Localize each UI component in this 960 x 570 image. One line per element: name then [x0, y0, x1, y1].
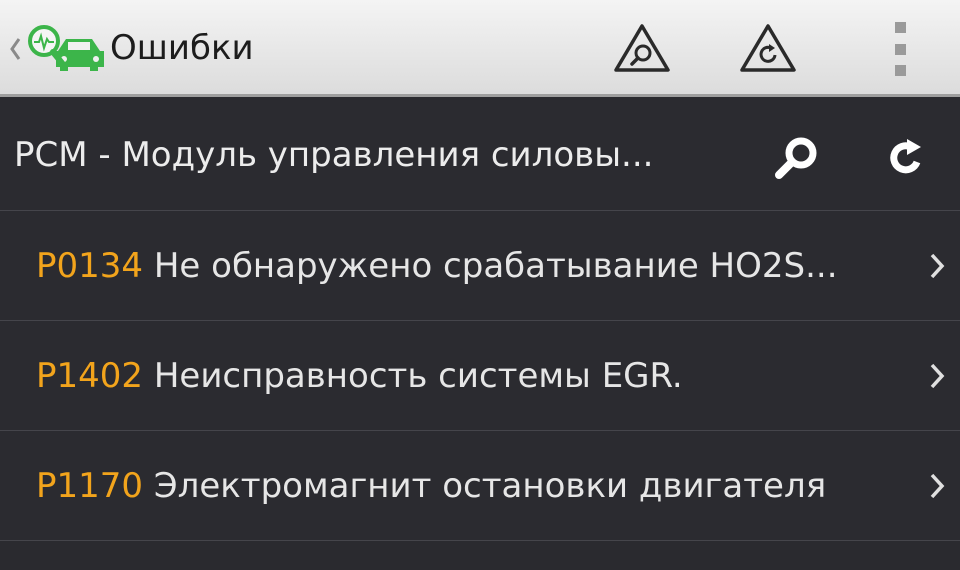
search-icon — [775, 137, 817, 179]
action-bar: Ошибки — [0, 0, 960, 97]
car-diagnostics-logo-icon — [28, 25, 104, 71]
chevron-left-icon — [10, 38, 21, 60]
dtc-text: P1170 Электромагнит остановки двигателя — [36, 431, 916, 541]
dtc-text: P0134 Не обнаружено срабатывание HO2S... — [36, 211, 916, 321]
module-title: PCM - Модуль управления силовы... — [14, 135, 654, 175]
chevron-right-icon — [930, 253, 945, 279]
dtc-description: Неисправность системы EGR. — [153, 356, 683, 396]
overflow-dot — [894, 65, 906, 76]
overflow-dot — [894, 43, 906, 55]
back-button[interactable] — [8, 14, 108, 84]
refresh-icon — [890, 139, 921, 174]
dtc-list-item[interactable]: P0134 Не обнаружено срабатывание HO2S... — [0, 211, 960, 321]
chevron-right-icon — [930, 363, 945, 389]
dtc-list-item[interactable]: P1402 Неисправность системы EGR. — [0, 321, 960, 431]
dtc-code: P1402 — [36, 356, 144, 396]
module-search-button[interactable] — [770, 130, 826, 186]
dtc-description: Электромагнит остановки двигателя — [153, 466, 827, 506]
dtc-list-item[interactable]: P1170 Электромагнит остановки двигателя — [0, 431, 960, 541]
app-window: Ошибки PCM - Модуль управления силовы... — [0, 0, 960, 570]
warning-search-icon — [614, 24, 670, 72]
dtc-code: P1170 — [36, 466, 144, 506]
warning-refresh-icon — [740, 24, 796, 72]
warning-refresh-button[interactable] — [738, 20, 798, 76]
module-refresh-button[interactable] — [878, 130, 934, 186]
dtc-text: P1402 Неисправность системы EGR. — [36, 321, 916, 431]
screen-title: Ошибки — [110, 28, 254, 68]
chevron-right-icon — [930, 473, 945, 499]
module-header[interactable]: PCM - Модуль управления силовы... — [0, 100, 960, 211]
dtc-description: Не обнаружено срабатывание HO2S... — [153, 246, 838, 286]
warning-search-button[interactable] — [612, 20, 672, 76]
dtc-code: P0134 — [36, 246, 144, 286]
overflow-menu-icon[interactable] — [890, 22, 910, 76]
overflow-dot — [894, 22, 906, 33]
dtc-list: P0134 Не обнаружено срабатывание HO2S...… — [0, 211, 960, 541]
